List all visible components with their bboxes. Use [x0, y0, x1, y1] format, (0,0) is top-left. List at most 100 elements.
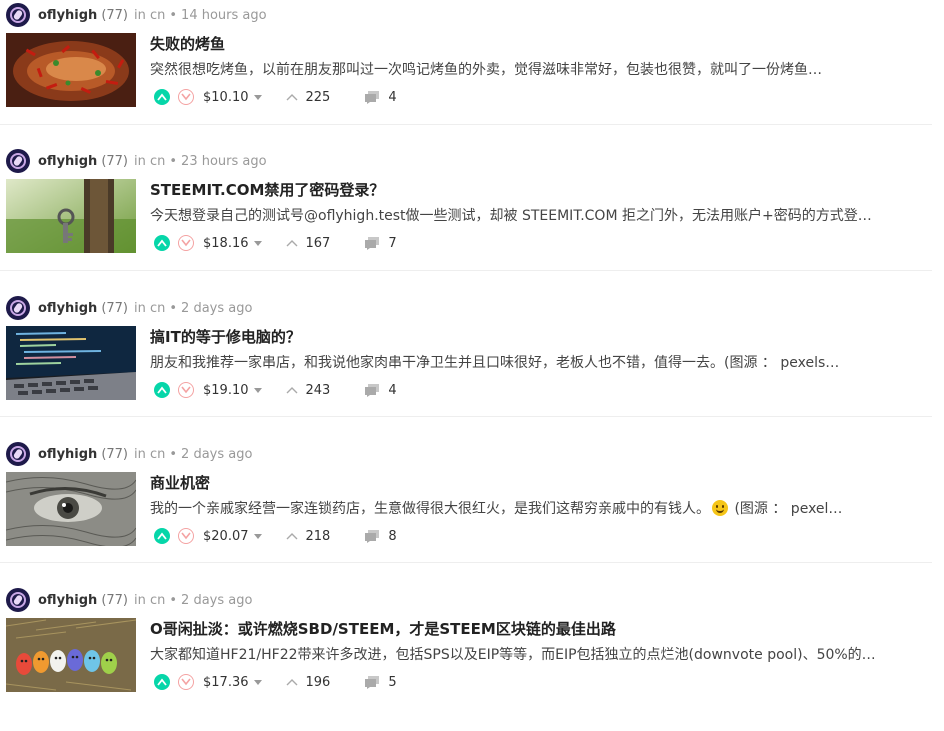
post-age[interactable]: 2 days ago [181, 447, 252, 462]
post-thumbnail[interactable] [6, 326, 136, 400]
chevron-down-icon [181, 93, 191, 101]
banknote-eye-image [6, 472, 136, 546]
payout-dropdown[interactable]: $20.07 [203, 529, 262, 544]
author-link[interactable]: oflyhigh [38, 447, 97, 462]
payout-dropdown[interactable]: $19.10 [203, 383, 262, 398]
downvote-button[interactable] [178, 382, 194, 398]
comments-link[interactable]: 4 [364, 383, 397, 398]
author-link[interactable]: oflyhigh [38, 154, 97, 169]
category-link[interactable]: in cn [134, 154, 165, 169]
chevron-up-icon [286, 94, 297, 101]
post-title[interactable]: 搞IT的等于修电脑的？ [150, 326, 301, 347]
reputation: (77) [101, 7, 128, 23]
post-thumbnail[interactable] [6, 33, 136, 107]
voters-button[interactable]: 225 [286, 90, 330, 105]
caret-down-icon [253, 387, 262, 393]
category-link[interactable]: in cn [134, 593, 165, 608]
downvote-button[interactable] [178, 235, 194, 251]
comment-icon [365, 676, 380, 689]
chevron-up-icon [157, 93, 167, 101]
comment-icon [365, 530, 380, 543]
upvote-button[interactable] [154, 89, 170, 105]
avatar[interactable] [6, 296, 30, 320]
door-key-image [6, 179, 136, 253]
post-age[interactable]: 2 days ago [181, 593, 252, 608]
chevron-down-icon [181, 532, 191, 540]
chevron-down-icon [181, 386, 191, 394]
comments-link[interactable]: 7 [364, 235, 397, 251]
category-link[interactable]: in cn [134, 301, 165, 316]
post-footer: $19.10 243 4 [154, 380, 397, 400]
voters-button[interactable]: 167 [286, 235, 331, 251]
voters-button[interactable]: 218 [286, 529, 330, 544]
post-thumbnail[interactable] [6, 618, 136, 692]
post-age[interactable]: 14 hours ago [181, 8, 267, 23]
grilled-fish-image [6, 33, 136, 107]
chevron-up-icon [157, 532, 167, 540]
author-link[interactable]: oflyhigh [38, 593, 97, 608]
post-header: oflyhigh (77) in cn • 2 days ago [6, 442, 252, 466]
post-excerpt[interactable]: 突然很想吃烤鱼，以前在朋友那叫过一次鸣记烤鱼的外卖，觉得滋味非常好，包装也很赞，… [150, 59, 930, 79]
post-age[interactable]: 23 hours ago [181, 154, 267, 169]
comment-count: 7 [388, 235, 397, 251]
post-title[interactable]: 商业机密 [150, 472, 210, 493]
reputation: (77) [101, 300, 128, 316]
chevron-down-icon [181, 239, 191, 247]
upvote-button[interactable] [154, 674, 170, 690]
author-link[interactable]: oflyhigh [38, 301, 97, 316]
bullet-separator: • [169, 592, 178, 608]
avatar[interactable] [6, 442, 30, 466]
reputation: (77) [101, 153, 128, 169]
voters-button[interactable]: 243 [286, 383, 330, 398]
comments-link[interactable]: 5 [364, 675, 397, 690]
upvote-button[interactable] [154, 235, 170, 251]
downvote-button[interactable] [178, 528, 194, 544]
reputation: (77) [101, 592, 128, 608]
vote-count: 167 [305, 235, 331, 251]
post-title[interactable]: 失败的烤鱼 [150, 33, 225, 54]
post-excerpt[interactable]: 今天想登录自己的测试号@oflyhigh.test做一些测试，却被 STEEMI… [150, 205, 930, 225]
voters-button[interactable]: 196 [286, 674, 331, 690]
comment-count: 8 [388, 528, 397, 544]
downvote-button[interactable] [178, 89, 194, 105]
chevron-up-icon [286, 240, 297, 247]
author-link[interactable]: oflyhigh [38, 8, 97, 23]
chevron-up-icon [157, 678, 167, 686]
post-age[interactable]: 2 days ago [181, 301, 252, 316]
category-link[interactable]: in cn [134, 447, 165, 462]
payout-dropdown[interactable]: $18.16 [203, 236, 262, 251]
post-footer: $18.16 167 7 [154, 233, 397, 253]
payout-dropdown[interactable]: $17.36 [203, 675, 262, 690]
post-thumbnail[interactable] [6, 472, 136, 546]
divider [0, 562, 932, 563]
avatar[interactable] [6, 3, 30, 27]
post-title[interactable]: STEEMIT.COM禁用了密码登录？ [150, 179, 384, 200]
post-excerpt[interactable]: 朋友和我推荐一家串店，和我说他家肉串干净卫生并且口味很好，老板人也不错，值得一去… [150, 352, 930, 372]
avatar[interactable] [6, 588, 30, 612]
chevron-up-icon [286, 533, 297, 540]
post-footer: $20.07 218 8 [154, 526, 397, 546]
downvote-button[interactable] [178, 674, 194, 690]
post-item: oflyhigh (77) in cn • 2 days ago [0, 293, 944, 439]
comments-link[interactable]: 4 [364, 90, 397, 105]
chevron-up-icon [157, 386, 167, 394]
comments-link[interactable]: 8 [364, 528, 397, 544]
post-title[interactable]: O哥闲扯淡：或许燃烧SBD/STEEM，才是STEEM区块链的最佳出路 [150, 618, 616, 639]
vote-count: 196 [305, 674, 331, 690]
laptop-code-image [6, 326, 136, 400]
payout-dropdown[interactable]: $10.10 [203, 90, 262, 105]
upvote-button[interactable] [154, 382, 170, 398]
category-link[interactable]: in cn [134, 8, 165, 23]
upvote-button[interactable] [154, 528, 170, 544]
post-excerpt[interactable]: 大家都知道HF21/HF22带来许多改进，包括SPS以及EIP等等，而EIP包括… [150, 644, 930, 664]
post-thumbnail[interactable] [6, 179, 136, 253]
post-header: oflyhigh (77) in cn • 14 hours ago [6, 3, 267, 27]
chevron-up-icon [157, 239, 167, 247]
post-excerpt-text: 我的一个亲戚家经营一家连锁药店，生意做得很大很红火，是我们这帮穷亲戚中的有钱人。 [150, 501, 710, 517]
payout-amount: $19.10 [203, 382, 249, 398]
avatar[interactable] [6, 149, 30, 173]
post-excerpt[interactable]: 我的一个亲戚家经营一家连锁药店，生意做得很大很红火，是我们这帮穷亲戚中的有钱人。… [150, 498, 930, 518]
bullet-separator: • [169, 300, 178, 316]
painted-eggs-image [6, 618, 136, 692]
post-feed: oflyhigh (77) in cn • 14 hours ago 失败的烤鱼… [0, 0, 944, 703]
